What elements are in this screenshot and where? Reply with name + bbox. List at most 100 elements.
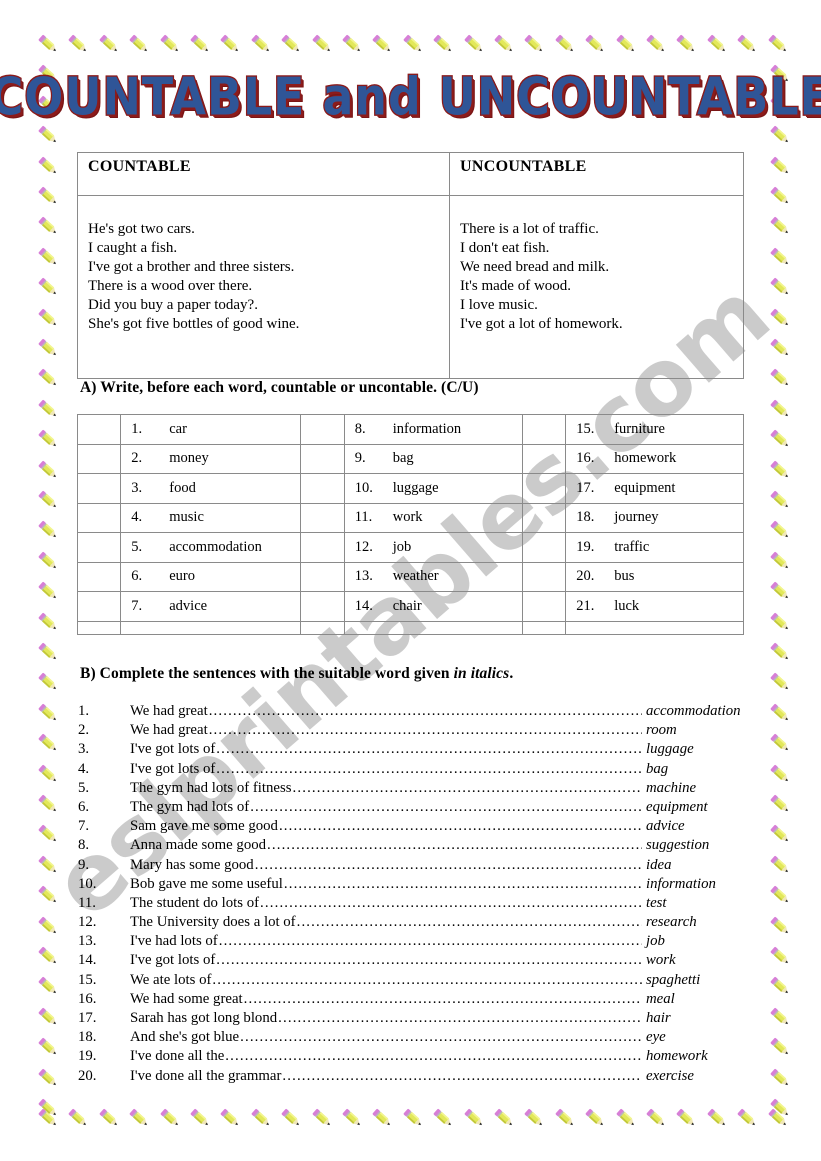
answer-cell[interactable] [76,591,122,622]
answer-cell[interactable] [76,414,122,445]
word-label: accommodation [169,538,262,555]
word-cell: 21. luck [565,591,744,622]
item-answer-word: bag [646,760,669,777]
answer-blank[interactable]: ........................................… [278,1010,642,1027]
item-sentence: We ate lots of [130,971,212,988]
answer-cell[interactable] [300,473,345,504]
table-header-row: COUNTABLE UNCOUNTABLE [76,152,744,196]
answer-blank[interactable]: ........................................… [209,722,642,739]
answer-blank[interactable]: ........................................… [279,818,642,835]
item-answer-word: homework [646,1048,708,1065]
item-sentence: I've got lots of [130,952,216,969]
word-cell: 19. traffic [565,532,744,563]
exercise-a-table: 1. car 8. information 15. furniture 2. money 9. b… [76,414,744,635]
table-row: 2. money 9. bag 16. homework [76,443,744,474]
item-sentence: I've done all the grammar [130,1067,282,1084]
answer-cell[interactable] [300,414,345,445]
word-cell: 20. bus [565,561,744,592]
item-number: 18. [78,1029,97,1046]
answer-cell[interactable] [76,561,122,592]
list-item: 8. Anna made some good...................… [78,837,758,856]
answer-blank[interactable]: ........................................… [244,991,642,1008]
word-label: equipment [614,479,676,496]
answer-cell[interactable] [76,502,122,533]
uncountable-example: It's made of wood. [460,278,572,295]
answer-blank[interactable]: ........................................… [297,914,642,931]
answer-blank[interactable]: ........................................… [260,895,642,912]
answer-cell[interactable] [300,561,345,592]
list-item: 11. The student do lots of ..............… [78,895,758,914]
answer-blank[interactable]: ........................................… [284,876,642,893]
answer-cell[interactable] [521,443,567,474]
word-number: 14. [354,597,373,614]
word-label: weather [392,568,439,585]
answer-blank[interactable]: ........................................… [255,857,642,874]
word-label: work [392,509,423,526]
list-item: 2. We had great..........................… [78,722,758,741]
answer-cell[interactable] [521,561,567,592]
word-label: furniture [614,420,665,437]
item-answer-word: advice [646,818,685,835]
answer-blank[interactable]: ........................................… [293,780,642,797]
answer-cell[interactable] [521,414,567,445]
answer-blank[interactable]: ........................................… [267,837,642,854]
word-number: 17. [576,479,595,496]
countable-example: There is a wood over there. [88,278,253,295]
answer-blank[interactable]: ........................................… [212,972,642,989]
item-number: 12. [78,914,97,931]
item-answer-word: hair [646,1010,671,1026]
word-cell: 10. luggage [343,473,523,504]
answer-cell[interactable] [521,591,567,622]
uncountable-examples: There is a lot of traffic. I don't eat f… [449,195,744,379]
item-answer-word: research [646,914,697,931]
answer-blank[interactable]: ........................................… [216,741,642,758]
answer-cell[interactable] [76,443,122,474]
exercise-a-heading: A) Write, before each word, countable or… [80,379,479,396]
answer-cell[interactable] [300,532,345,563]
item-number: 15. [78,971,97,988]
item-sentence: I've got lots of [130,760,216,777]
exercise-b-heading-post: . [509,665,514,682]
table-row: 4. music 11. work 18. journey [76,502,744,533]
answer-cell[interactable] [521,532,567,563]
list-item: 14. I've got lots of ....................… [78,952,758,971]
answer-cell[interactable] [300,502,345,533]
word-cell: 13. weather [343,561,523,592]
word-number: 1. [131,420,143,437]
answer-cell[interactable] [521,502,567,533]
answer-blank[interactable]: ........................................… [250,799,642,816]
item-answer-word: room [646,722,677,739]
answer-cell[interactable] [300,591,345,622]
uncountable-example: I don't eat fish. [460,240,550,257]
item-number: 19. [78,1048,97,1065]
word-label: bag [392,450,414,467]
answer-blank[interactable]: ........................................… [216,761,642,778]
item-number: 1. [78,703,90,719]
countable-example: He's got two cars. [88,221,195,237]
list-item: 18. And she's got blue...................… [78,1029,758,1048]
word-number: 20. [576,568,595,585]
word-cell: 16. homework [565,443,744,474]
answer-cell[interactable] [76,473,122,504]
word-number: 2. [131,450,143,467]
countable-examples: He's got two cars. I caught a fish. I've… [76,195,451,379]
answer-blank[interactable]: ........................................… [219,933,642,950]
item-answer-word: eye [646,1029,666,1046]
item-answer-word: job [646,933,665,950]
list-item: 20. I've done all the grammar............… [78,1068,758,1087]
worksheet-content: COUNTABLE and UNCOUNTABLE COUNTABLE UNCO… [0,0,821,1161]
word-number: 7. [131,597,143,614]
list-item: 13. I've had lots of ....................… [78,933,758,952]
word-cell: 14. chair [343,591,523,622]
answer-blank[interactable]: ........................................… [225,1048,642,1065]
answer-cell[interactable] [76,532,122,563]
word-cell: 1. car [120,414,302,445]
answer-blank[interactable]: ........................................… [216,952,642,969]
answer-blank[interactable]: ........................................… [240,1029,642,1046]
answer-cell[interactable] [300,443,345,474]
item-number: 4. [78,760,90,777]
answer-blank[interactable]: ........................................… [282,1068,642,1085]
answer-blank[interactable]: ........................................… [209,703,642,720]
table-body-row: He's got two cars. I caught a fish. I've… [76,195,744,379]
answer-cell[interactable] [521,473,567,504]
